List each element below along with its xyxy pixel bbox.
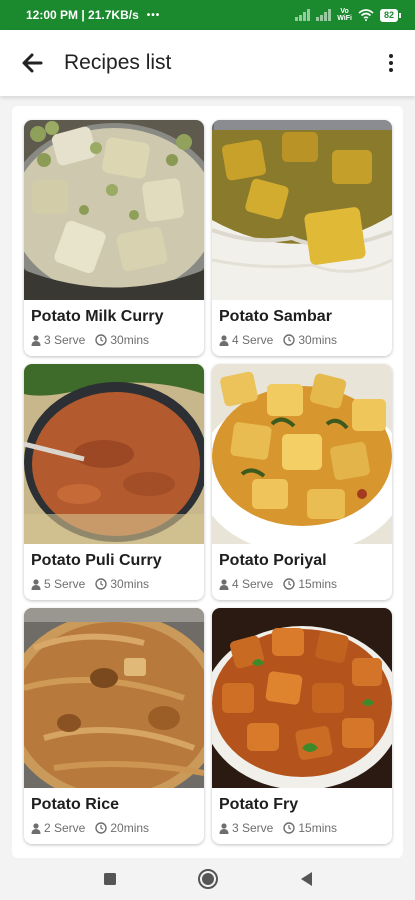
status-bar: 12:00 PM | 21.7KB/s ••• Vo WiFi 82 — [0, 0, 415, 30]
recipe-serve: 4 Serve — [232, 333, 274, 347]
recipe-image — [24, 364, 204, 544]
signal-icon — [295, 9, 311, 21]
recipe-serve: 5 Serve — [44, 577, 86, 591]
recipe-name: Potato Fry — [219, 796, 299, 813]
clock-icon — [283, 578, 296, 590]
system-back-button[interactable] — [292, 865, 320, 893]
person-icon — [31, 578, 41, 590]
recipe-name: Potato Puli Curry — [31, 552, 162, 569]
recipe-name: Potato Milk Curry — [31, 308, 164, 325]
home-icon — [197, 869, 218, 889]
recipe-card-potato-rice[interactable]: Potato Rice 2 Serve 20mins — [24, 608, 204, 844]
wifi-icon — [358, 9, 374, 21]
notification-dots: ••• — [146, 9, 161, 21]
system-nav-bar — [0, 858, 415, 900]
person-icon — [31, 334, 41, 346]
page-title: Recipes list — [64, 51, 172, 74]
recipe-name: Potato Rice — [31, 796, 120, 813]
recipe-serve: 2 Serve — [44, 821, 86, 835]
recent-apps-button[interactable] — [96, 865, 124, 893]
person-icon — [219, 822, 229, 834]
clock-icon — [283, 822, 296, 834]
recipe-time: 30mins — [298, 333, 338, 347]
status-icons: Vo WiFi 82 — [295, 8, 401, 22]
recipe-image — [212, 120, 392, 300]
recipe-time: 15mins — [298, 821, 338, 835]
recipe-meta: 4 Serve 30mins — [219, 333, 337, 347]
home-button[interactable] — [194, 865, 222, 893]
recipes-list: Potato Milk Curry 3 Serve 30mins Potato … — [12, 106, 403, 858]
recipe-meta: 4 Serve 15mins — [219, 577, 337, 591]
recipe-card-potato-milk-curry[interactable]: Potato Milk Curry 3 Serve 30mins — [24, 120, 204, 356]
arrow-left-icon — [22, 53, 43, 73]
recipe-image — [212, 608, 392, 788]
recipe-meta: 2 Serve 20mins — [31, 821, 149, 835]
recipe-serve: 3 Serve — [232, 821, 274, 835]
recipe-card-potato-puli-curry[interactable]: Potato Puli Curry 5 Serve 30mins — [24, 364, 204, 600]
recipe-name: Potato Sambar — [219, 308, 332, 325]
recipe-name: Potato Poriyal — [219, 552, 327, 569]
status-time: 12:00 PM | 21.7KB/s — [26, 8, 139, 22]
recent-apps-icon — [103, 873, 116, 885]
clock-icon — [95, 578, 108, 590]
clock-icon — [283, 334, 296, 346]
recipe-time: 30mins — [110, 333, 150, 347]
recipe-image — [24, 120, 204, 300]
recipe-image — [24, 608, 204, 788]
recipe-image — [212, 364, 392, 544]
recipe-time: 20mins — [110, 821, 150, 835]
more-options-button[interactable] — [377, 41, 405, 85]
person-icon — [31, 822, 41, 834]
battery-level: 82 — [379, 8, 398, 22]
recipe-time: 30mins — [110, 577, 150, 591]
volte-wifi-label: Vo WiFi — [337, 8, 352, 22]
back-button[interactable] — [10, 41, 54, 85]
recipe-meta: 5 Serve 30mins — [31, 577, 149, 591]
recipe-time: 15mins — [298, 577, 338, 591]
clock-icon — [95, 822, 108, 834]
recipe-serve: 4 Serve — [232, 577, 274, 591]
recipe-serve: 3 Serve — [44, 333, 86, 347]
signal-icon-2 — [316, 9, 332, 21]
more-vertical-icon — [389, 54, 393, 58]
back-icon — [300, 872, 312, 886]
person-icon — [219, 334, 229, 346]
recipe-card-potato-fry[interactable]: Potato Fry 3 Serve 15mins — [212, 608, 392, 844]
battery-icon: 82 — [379, 8, 401, 22]
app-bar: Recipes list — [0, 30, 415, 96]
clock-icon — [95, 334, 108, 346]
recipe-card-potato-poriyal[interactable]: Potato Poriyal 4 Serve 15mins — [212, 364, 392, 600]
person-icon — [219, 578, 229, 590]
recipe-meta: 3 Serve 30mins — [31, 333, 149, 347]
recipe-card-potato-sambar[interactable]: Potato Sambar 4 Serve 30mins — [212, 120, 392, 356]
recipe-meta: 3 Serve 15mins — [219, 821, 337, 835]
